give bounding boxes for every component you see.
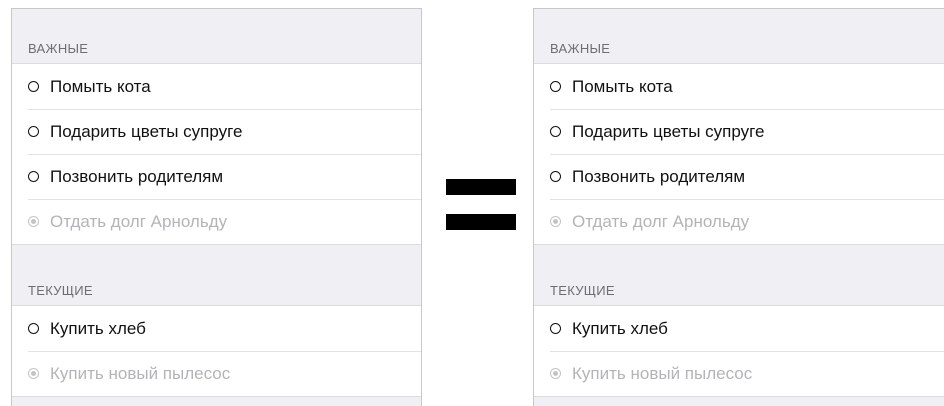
- radio-checked-icon[interactable]: [550, 216, 561, 227]
- task-row-completed[interactable]: Отдать долг Арнольду: [12, 199, 421, 244]
- section-header-current: ТЕКУЩИЕ: [550, 283, 615, 298]
- task-label: Позвонить родителям: [572, 166, 746, 186]
- equals-sign-bottom-bar: [446, 214, 516, 230]
- task-label: Подарить цветы супруге: [572, 121, 765, 141]
- radio-empty-icon[interactable]: [28, 171, 39, 182]
- todo-panel-right: ВАЖНЫЕ Помыть кота Подарить цветы супруг…: [533, 8, 944, 406]
- task-label: Помыть кота: [50, 76, 151, 96]
- task-label: Купить хлеб: [50, 318, 146, 338]
- task-row-completed[interactable]: Отдать долг Арнольду: [534, 199, 944, 244]
- radio-checked-icon[interactable]: [28, 368, 39, 379]
- radio-empty-icon[interactable]: [550, 126, 561, 137]
- task-row[interactable]: Купить хлеб: [534, 306, 944, 351]
- task-list-current: Купить хлеб Купить новый пылесос: [12, 305, 421, 397]
- task-label: Отдать долг Арнольду: [572, 211, 750, 231]
- section-header-important: ВАЖНЫЕ: [28, 41, 89, 56]
- task-label: Подарить цветы супруге: [50, 121, 243, 141]
- section-header-current: ТЕКУЩИЕ: [28, 283, 93, 298]
- radio-empty-icon[interactable]: [28, 323, 39, 334]
- task-row[interactable]: Помыть кота: [12, 64, 421, 109]
- radio-checked-icon[interactable]: [550, 368, 561, 379]
- todo-panel-left: ВАЖНЫЕ Помыть кота Подарить цветы супруг…: [11, 8, 422, 406]
- task-row[interactable]: Купить хлеб: [12, 306, 421, 351]
- radio-empty-icon[interactable]: [550, 323, 561, 334]
- radio-empty-icon[interactable]: [28, 81, 39, 92]
- task-label: Позвонить родителям: [50, 166, 224, 186]
- task-list-important: Помыть кота Подарить цветы супруге Позво…: [12, 63, 421, 245]
- task-row[interactable]: Подарить цветы супруге: [534, 109, 944, 154]
- task-label: Купить новый пылесос: [572, 363, 753, 383]
- task-row[interactable]: Позвонить родителям: [534, 154, 944, 199]
- task-label: Отдать долг Арнольду: [50, 211, 228, 231]
- radio-empty-icon[interactable]: [550, 171, 561, 182]
- task-row[interactable]: Помыть кота: [534, 64, 944, 109]
- radio-empty-icon[interactable]: [550, 81, 561, 92]
- radio-empty-icon[interactable]: [28, 126, 39, 137]
- task-row[interactable]: Позвонить родителям: [12, 154, 421, 199]
- task-label: Купить новый пылесос: [50, 363, 231, 383]
- task-label: Помыть кота: [572, 76, 673, 96]
- task-list-current: Купить хлеб Купить новый пылесос: [534, 305, 944, 397]
- radio-checked-icon[interactable]: [28, 216, 39, 227]
- task-row-completed[interactable]: Купить новый пылесос: [534, 351, 944, 396]
- task-list-important: Помыть кота Подарить цветы супруге Позво…: [534, 63, 944, 245]
- task-row[interactable]: Подарить цветы супруге: [12, 109, 421, 154]
- equals-sign-top-bar: [446, 179, 516, 195]
- task-label: Купить хлеб: [572, 318, 668, 338]
- section-header-important: ВАЖНЫЕ: [550, 41, 611, 56]
- task-row-completed[interactable]: Купить новый пылесос: [12, 351, 421, 396]
